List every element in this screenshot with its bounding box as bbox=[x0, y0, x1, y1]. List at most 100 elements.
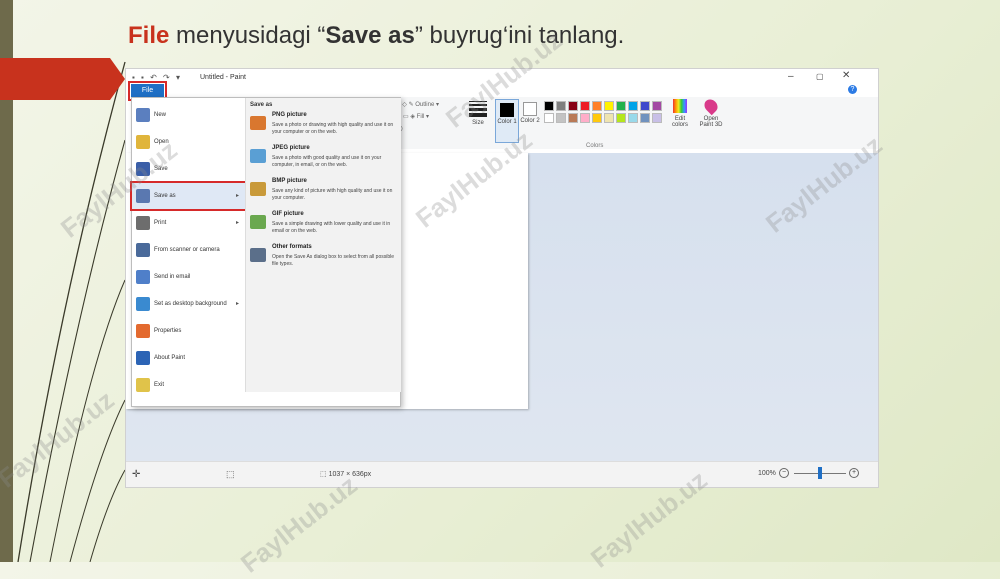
palette-swatch[interactable] bbox=[568, 101, 578, 111]
file-menu-item-print[interactable]: Print ▸ bbox=[132, 210, 245, 236]
submenu-arrow-icon: ▸ bbox=[236, 220, 240, 226]
menu-item-label: Save bbox=[154, 166, 168, 172]
picture-format-icon bbox=[250, 149, 266, 163]
save-as-option-desc: Save any kind of picture with high quali… bbox=[272, 188, 393, 201]
close-icon[interactable]: ✕ bbox=[842, 70, 850, 81]
zoom-in-button[interactable]: + bbox=[849, 468, 859, 478]
save-as-option-jpeg-picture[interactable]: JPEG picture Save a photo with good quali… bbox=[250, 145, 398, 177]
save-as-option-desc: Open the Save As dialog box to select fr… bbox=[272, 254, 395, 267]
save-as-icon bbox=[136, 189, 150, 203]
shapes-group: △ ◇ ✎ Outline ▾ ☆ ▭ ◈ Fill ▾ ◯ bbox=[396, 102, 439, 132]
file-menu-item-save-as[interactable]: Save as ▸ bbox=[130, 181, 247, 211]
fill-button[interactable]: ◈ Fill ▾ bbox=[410, 114, 429, 120]
file-menu-item-send-in-email[interactable]: Send in email bbox=[132, 264, 245, 290]
color2-button[interactable]: Color 2 bbox=[520, 101, 540, 141]
palette-swatch[interactable] bbox=[652, 101, 662, 111]
open-paint3d-button[interactable]: Open Paint 3D bbox=[698, 96, 724, 128]
palette-swatch[interactable] bbox=[544, 113, 554, 123]
file-menu-list: New Open Save Save as ▸ Print ▸ From scanner or… bbox=[130, 98, 247, 406]
save-as-option-desc: Save a simple drawing with lower quality… bbox=[272, 221, 391, 234]
palette-swatch[interactable] bbox=[592, 101, 602, 111]
save-as-option-gif-picture[interactable]: GIF picture Save a simple drawing with lo… bbox=[250, 211, 398, 243]
menu-item-label: Properties bbox=[154, 328, 182, 334]
outline-button[interactable]: ✎ Outline ▾ bbox=[409, 102, 439, 108]
palette-swatch[interactable] bbox=[556, 113, 566, 123]
menu-item-label: Set as desktop background bbox=[154, 301, 227, 307]
palette-swatch[interactable] bbox=[544, 101, 554, 111]
color1-button[interactable]: Color 1 bbox=[495, 99, 519, 143]
file-menu-item-about-paint[interactable]: About Paint bbox=[132, 345, 245, 371]
save-as-option-png-picture[interactable]: PNG picture Save a photo or drawing with … bbox=[250, 112, 398, 144]
palette-swatch[interactable] bbox=[604, 101, 614, 111]
palette-swatch[interactable] bbox=[580, 113, 590, 123]
palette-swatch[interactable] bbox=[652, 113, 662, 123]
submenu-arrow-icon: ▸ bbox=[236, 193, 240, 199]
palette-swatch[interactable] bbox=[592, 113, 602, 123]
maximize-icon[interactable]: ▢ bbox=[816, 72, 824, 81]
save-as-panel: Save as PNG picture Save a photo or drawi… bbox=[245, 98, 401, 392]
file-menu-item-save[interactable]: Save bbox=[132, 156, 245, 182]
save-as-option-bmp-picture[interactable]: BMP picture Save any kind of picture with… bbox=[250, 178, 398, 210]
menu-item-label: About Paint bbox=[154, 355, 186, 361]
palette-swatch[interactable] bbox=[556, 101, 566, 111]
edit-colors-button[interactable]: Edit colors bbox=[668, 99, 692, 128]
rainbow-icon bbox=[673, 99, 687, 113]
paint-window: ▪ ▪ ↶ ↷ ▾ Untitled - Paint – ▢ ✕ ? △ ◇ ✎… bbox=[125, 68, 879, 488]
colors-group-label: Colors bbox=[586, 143, 604, 149]
menu-item-label: Send in email bbox=[154, 274, 191, 280]
quick-access-toolbar[interactable]: ▪ ▪ ↶ ↷ ▾ bbox=[132, 73, 182, 82]
zoom-slider-thumb[interactable] bbox=[818, 467, 822, 479]
info-icon bbox=[136, 351, 150, 365]
file-menu-item-properties[interactable]: Properties bbox=[132, 318, 245, 344]
new-file-icon bbox=[136, 108, 150, 122]
slide-arrow-tab bbox=[0, 58, 125, 100]
file-menu-item-exit[interactable]: Exit bbox=[132, 372, 245, 398]
zoom-level: 100% bbox=[758, 470, 776, 477]
size-button[interactable]: Size bbox=[466, 101, 490, 141]
desktop-icon bbox=[136, 297, 150, 311]
save-as-option-title: Other formats bbox=[272, 244, 312, 250]
file-menu: New Open Save Save as ▸ Print ▸ From scanner or… bbox=[130, 97, 401, 407]
open-folder-icon bbox=[136, 135, 150, 149]
save-as-option-other-formats[interactable]: Other formats Open the Save As dialog box… bbox=[250, 244, 398, 276]
menu-item-label: From scanner or camera bbox=[154, 247, 220, 253]
palette-swatch[interactable] bbox=[640, 113, 650, 123]
exit-icon bbox=[136, 378, 150, 392]
palette-swatch[interactable] bbox=[628, 113, 638, 123]
palette-swatch[interactable] bbox=[568, 113, 578, 123]
picture-format-icon bbox=[250, 116, 266, 130]
picture-format-icon bbox=[250, 182, 266, 196]
printer-icon bbox=[136, 216, 150, 230]
title-text-2: ” buyrug‘ini tanlang. bbox=[414, 22, 625, 49]
save-as-option-title: BMP picture bbox=[272, 178, 307, 184]
file-menu-item-open[interactable]: Open bbox=[132, 129, 245, 155]
file-tab[interactable]: File bbox=[128, 81, 167, 101]
save-as-option-title: GIF picture bbox=[272, 211, 304, 217]
palette-swatch[interactable] bbox=[616, 113, 626, 123]
ribbon: △ ◇ ✎ Outline ▾ ☆ ▭ ◈ Fill ▾ ◯ Size Colo… bbox=[396, 96, 878, 149]
file-menu-item-set-as-desktop-background[interactable]: Set as desktop background ▸ bbox=[132, 291, 245, 317]
file-menu-item-new[interactable]: New bbox=[132, 102, 245, 128]
palette-swatch[interactable] bbox=[604, 113, 614, 123]
help-icon[interactable]: ? bbox=[848, 85, 857, 94]
palette-swatch[interactable] bbox=[616, 101, 626, 111]
status-bar: ✛ ⬚ ⬚ 1037 × 636px 100% − + bbox=[126, 461, 878, 487]
title-text-1: menyusidagi “ bbox=[169, 22, 326, 49]
save-as-title: Save as bbox=[250, 102, 273, 108]
slide-title: File menyusidagi “Save as” buyrug‘ini ta… bbox=[128, 22, 624, 50]
menu-item-label: New bbox=[154, 112, 167, 118]
minimize-icon[interactable]: – bbox=[788, 71, 794, 82]
palette-swatch[interactable] bbox=[580, 101, 590, 111]
scanner-icon bbox=[136, 243, 150, 257]
file-menu-item-from-scanner-or-camera[interactable]: From scanner or camera bbox=[132, 237, 245, 263]
zoom-out-button[interactable]: − bbox=[779, 468, 789, 478]
palette-swatch[interactable] bbox=[628, 101, 638, 111]
menu-item-label: Open bbox=[154, 139, 169, 145]
save-as-option-desc: Save a photo with good quality and use i… bbox=[272, 155, 382, 168]
paint3d-icon bbox=[701, 96, 721, 116]
save-as-option-title: PNG picture bbox=[272, 112, 307, 118]
title-bar: ▪ ▪ ↶ ↷ ▾ Untitled - Paint – ▢ ✕ bbox=[126, 69, 878, 85]
selection-icon: ⬚ bbox=[226, 469, 235, 479]
canvas-size: ⬚ 1037 × 636px bbox=[320, 471, 372, 478]
palette-swatch[interactable] bbox=[640, 101, 650, 111]
